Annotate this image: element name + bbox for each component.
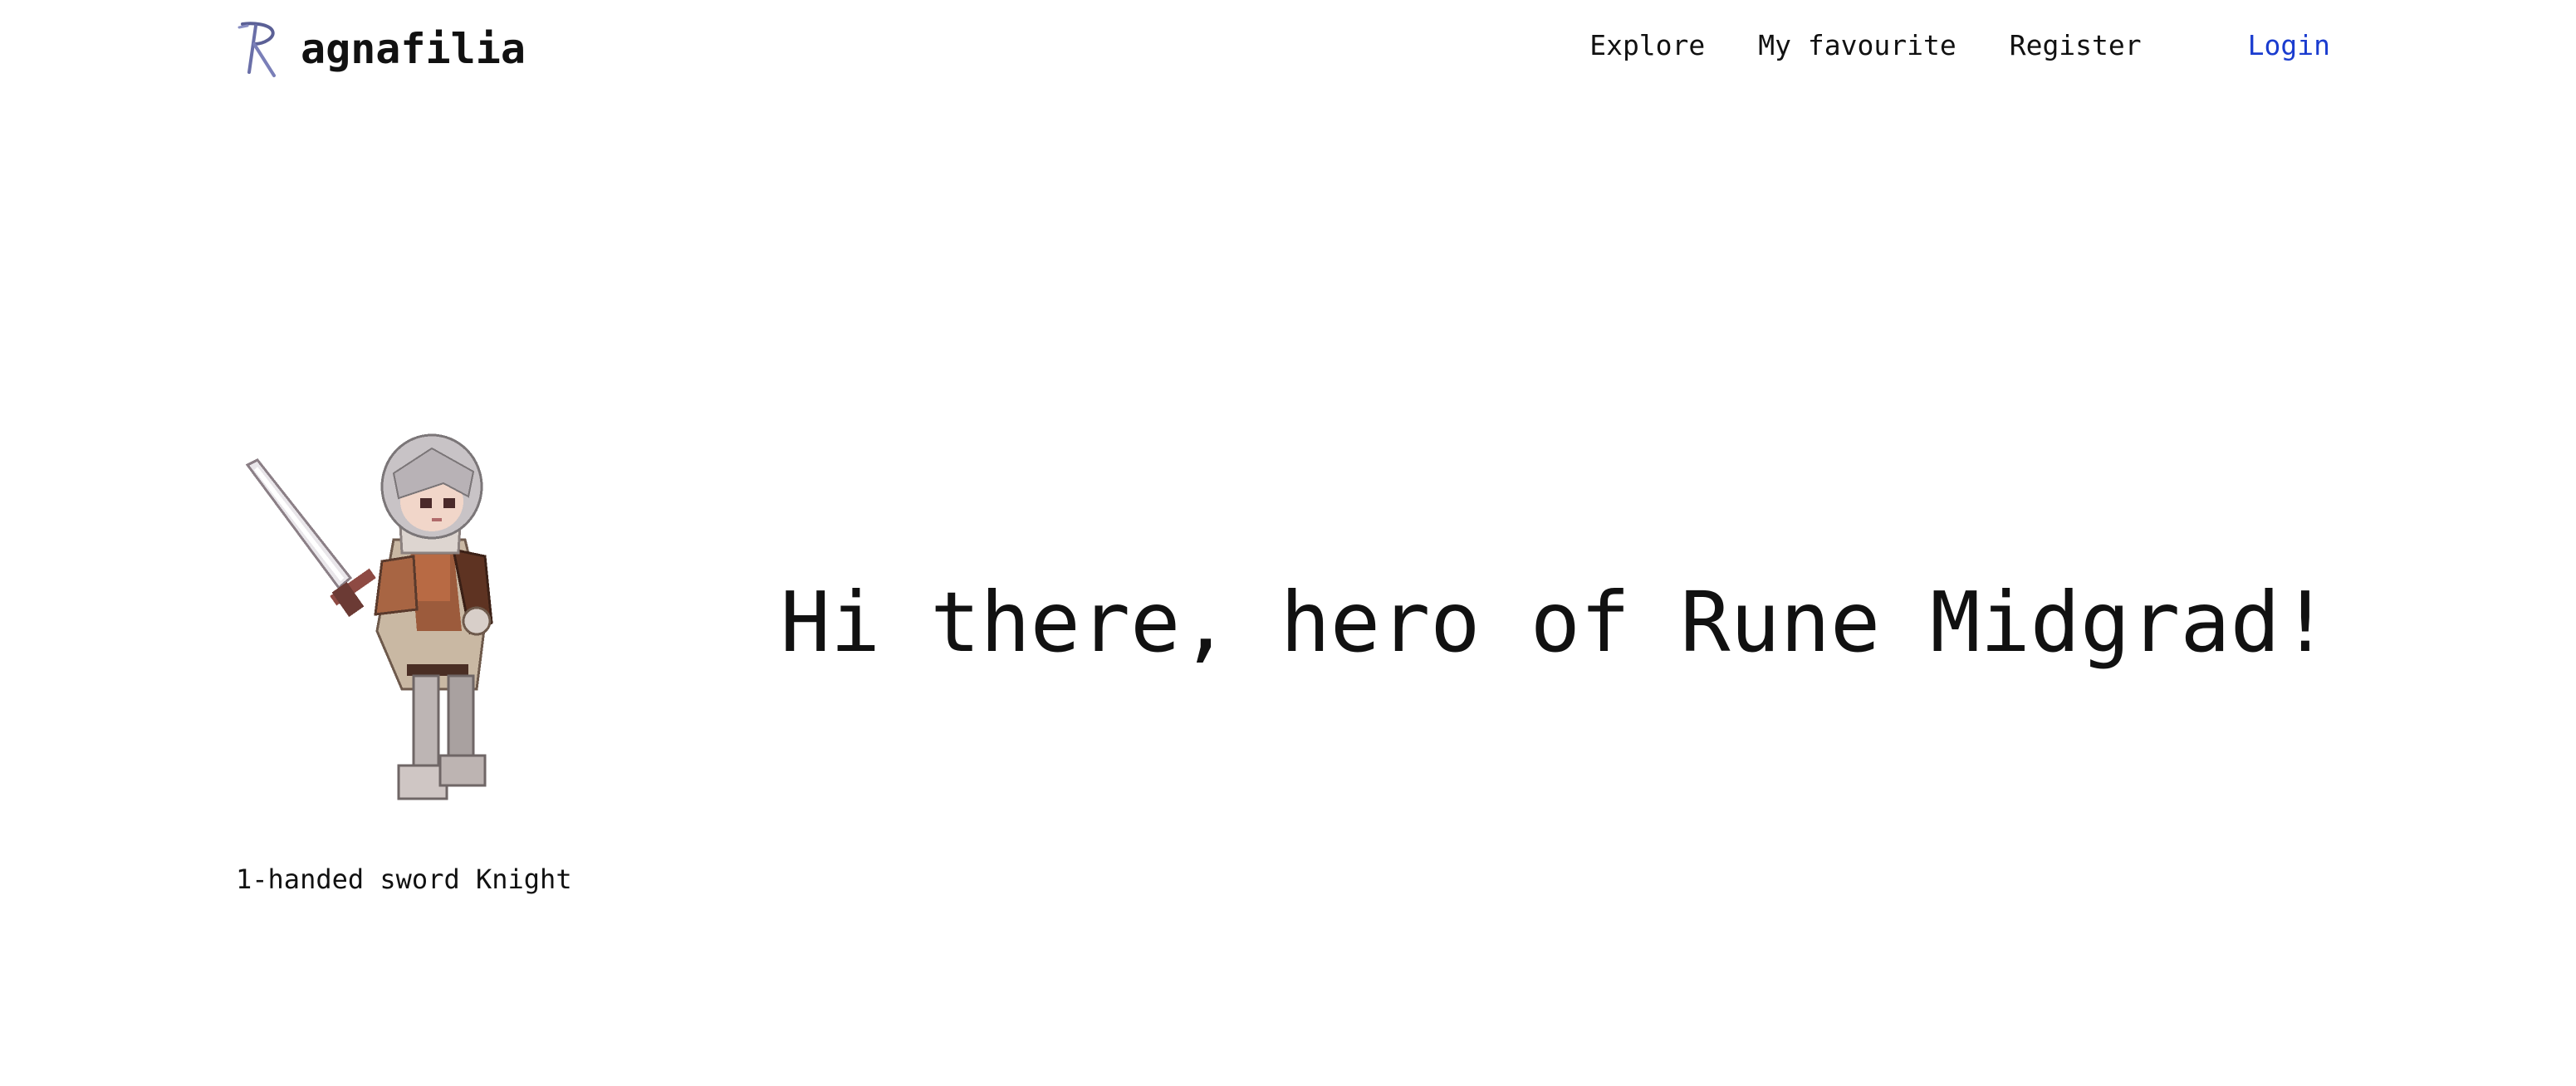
knight-sprite — [245, 433, 493, 800]
site-header: agnafilia Explore My favourite Register … — [0, 0, 2576, 100]
rune-r-logo-icon — [238, 22, 276, 77]
nav-login-link[interactable]: Login — [2248, 32, 2330, 59]
nav-favourite-link[interactable]: My favourite — [1758, 32, 1956, 59]
brand[interactable]: agnafilia — [236, 18, 526, 80]
nav-register-link[interactable]: Register — [2010, 32, 2142, 59]
sprite-caption: 1-handed sword Knight — [236, 863, 572, 895]
main-nav: Explore My favourite Register Login — [1536, 32, 2330, 59]
brand-name: agnafilia — [301, 25, 526, 73]
hero-title: Hi there, hero of Rune Midgrad! — [780, 574, 2330, 671]
nav-explore-link[interactable]: Explore — [1589, 32, 1705, 59]
